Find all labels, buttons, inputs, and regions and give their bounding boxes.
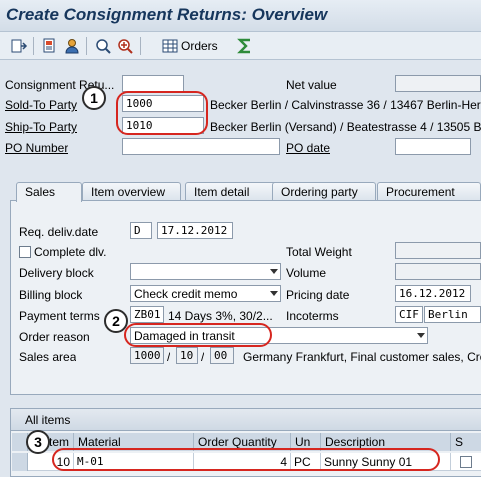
req-deliv-label: Req. deliv.date	[19, 225, 99, 239]
sales-area-label: Sales area	[19, 350, 77, 364]
sap-window: Create Consignment Returns: Overview Ord…	[0, 0, 481, 477]
billing-block-label: Billing block	[19, 288, 83, 302]
pricing-date-input[interactable]: 16.12.2012	[395, 285, 471, 302]
order-reason-label: Order reason	[19, 330, 90, 344]
column-header-s[interactable]: S	[451, 433, 481, 451]
net-value-label: Net value	[286, 78, 337, 92]
total-weight-field	[395, 242, 481, 259]
document-flow-icon[interactable]	[10, 37, 28, 55]
req-deliv-date-input[interactable]: 17.12.2012	[157, 222, 233, 239]
tab-item-overview[interactable]: Item overview	[82, 182, 181, 201]
sold-to-label: Sold-To Party	[5, 98, 78, 112]
table-icon	[162, 39, 178, 53]
annotation-oval	[124, 323, 272, 347]
annotation-oval	[116, 91, 208, 135]
header-doc-icon[interactable]	[41, 37, 59, 55]
volume-label: Volume	[286, 266, 327, 280]
complete-dlv-checkbox[interactable]	[19, 246, 31, 258]
annotation-oval	[52, 448, 440, 471]
sold-to-description: Becker Berlin / Calvinstrasse 36 / 13467…	[210, 98, 481, 112]
orders-label: Orders	[181, 39, 218, 53]
consignment-input[interactable]	[122, 75, 184, 92]
chevron-down-icon	[417, 333, 425, 338]
availability-icon[interactable]	[116, 37, 134, 55]
chevron-down-icon	[270, 291, 278, 296]
chevron-down-icon	[270, 269, 278, 274]
tab-item-detail[interactable]: Item detail	[185, 182, 281, 201]
volume-field	[395, 263, 481, 280]
sum-icon[interactable]	[236, 37, 254, 55]
po-number-label: PO Number	[5, 141, 69, 155]
page-title: Create Consignment Returns: Overview	[6, 5, 328, 24]
s-checkbox[interactable]	[460, 456, 472, 468]
ship-to-label: Ship-To Party	[5, 120, 78, 134]
complete-dlv-label: Complete dlv.	[34, 245, 107, 259]
application-toolbar: Orders	[0, 32, 481, 60]
incoterms-input[interactable]: CIF	[395, 306, 423, 323]
slash-separator: /	[167, 350, 171, 364]
billing-block-dropdown[interactable]: Check credit memo	[130, 285, 281, 302]
payment-terms-label: Payment terms	[19, 309, 100, 323]
dist-channel-field: 10	[176, 347, 198, 364]
orders-button[interactable]: Orders	[162, 37, 218, 55]
annotation-badge-2: 2	[104, 309, 128, 333]
incoterms-place-input[interactable]: Berlin	[424, 306, 481, 323]
tab-ordering-party[interactable]: Ordering party	[272, 182, 376, 201]
items-title: All items	[25, 413, 71, 427]
sales-org-field: 1000	[130, 347, 164, 364]
sales-area-description: Germany Frankfurt, Final customer sales,…	[243, 350, 481, 364]
s-cell[interactable]	[451, 453, 481, 471]
tab-sales[interactable]: Sales	[16, 182, 82, 202]
annotation-badge-3: 3	[26, 430, 50, 454]
partner-icon[interactable]	[63, 37, 81, 55]
delivery-block-dropdown[interactable]	[130, 263, 281, 280]
req-deliv-type-input[interactable]: D	[130, 222, 152, 239]
pricing-date-label: Pricing date	[286, 288, 350, 302]
total-weight-label: Total Weight	[286, 245, 352, 259]
tab-strip: Sales Item overview Item detail Ordering…	[16, 182, 481, 202]
billing-block-value: Check credit memo	[134, 287, 238, 301]
payment-terms-input[interactable]: ZB01	[130, 306, 164, 323]
slash-separator: /	[201, 350, 205, 364]
po-date-input[interactable]	[395, 138, 471, 155]
po-date-label: PO date	[286, 141, 331, 155]
items-table-header: All items	[11, 409, 481, 431]
row-selector[interactable]	[12, 453, 28, 471]
po-number-input[interactable]	[122, 138, 280, 155]
annotation-badge-1: 1	[82, 86, 106, 110]
incoterms-label: Incoterms	[286, 309, 339, 323]
division-field: 00	[210, 347, 234, 364]
tab-procurement[interactable]: Procurement	[377, 182, 481, 201]
display-icon[interactable]	[94, 37, 112, 55]
payment-terms-description: 14 Days 3%, 30/2...	[168, 309, 273, 323]
title-bar: Create Consignment Returns: Overview	[0, 0, 481, 32]
delivery-block-label: Delivery block	[19, 266, 94, 280]
ship-to-description: Becker Berlin (Versand) / Beatestrasse 4…	[210, 120, 481, 134]
net-value-field	[395, 75, 481, 92]
